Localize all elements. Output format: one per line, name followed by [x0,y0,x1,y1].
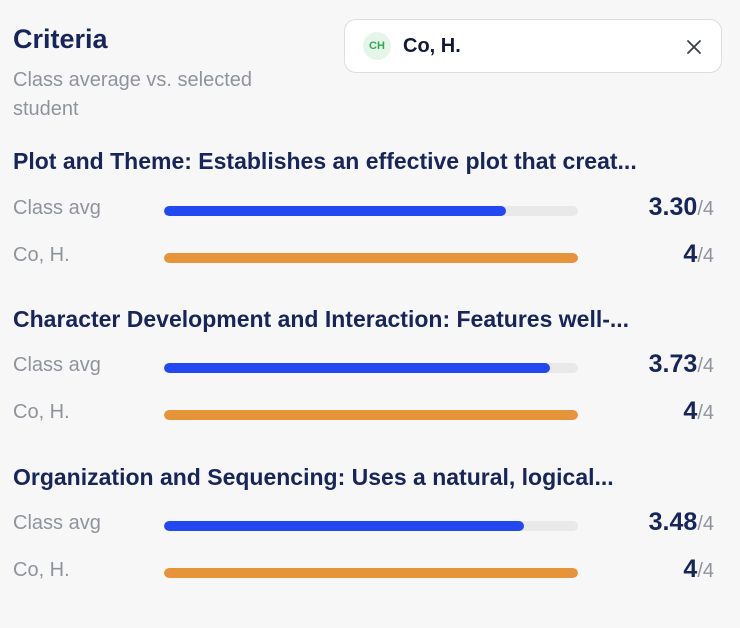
class-avg-row: Class avg 3.73/4 [0,350,740,382]
student-avatar: CH [363,32,391,60]
student-bar [164,410,578,420]
student-bar [164,253,578,263]
class-avg-track [164,363,578,373]
class-avg-bar [164,363,551,373]
student-row: Co, H. 4/4 [0,397,740,429]
criterion-title: Character Development and Interaction: F… [13,306,630,332]
student-track [164,253,578,263]
class-avg-bar [164,206,506,216]
score-max: /4 [697,402,714,424]
class-avg-row: Class avg 3.30/4 [0,193,740,225]
student-track [164,568,578,578]
score-max: /4 [697,560,714,582]
student-value: 4 [683,240,698,268]
class-avg-score: 3.30/4 [649,193,714,222]
criterion-title: Organization and Sequencing: Uses a natu… [13,464,614,490]
class-avg-value: 3.73 [648,350,698,378]
criterion-title: Plot and Theme: Establishes an effective… [13,148,637,174]
class-avg-score: 3.48/4 [649,508,714,537]
student-selector[interactable]: CH Co, H. [344,19,722,73]
student-value: 4 [683,555,698,583]
student-label: Co, H. [13,559,70,581]
student-row: Co, H. 4/4 [0,240,740,272]
class-avg-score: 3.73/4 [649,350,714,379]
class-avg-track [164,206,578,216]
score-max: /4 [697,245,714,267]
clear-student-button[interactable] [683,36,705,58]
student-value: 4 [683,397,698,425]
class-avg-label: Class avg [13,512,101,534]
panel-title: Criteria [13,24,108,54]
student-label: Co, H. [13,244,70,266]
selected-student-name: Co, H. [403,34,461,57]
class-avg-label: Class avg [13,197,101,219]
student-bar [164,568,578,578]
class-avg-track [164,521,578,531]
class-avg-value: 3.30 [648,193,698,221]
score-max: /4 [697,513,714,535]
class-avg-bar [164,521,525,531]
score-max: /4 [697,355,714,377]
student-track [164,410,578,420]
score-max: /4 [697,198,714,220]
class-avg-row: Class avg 3.48/4 [0,508,740,540]
panel-subtitle: Class average vs. selected student [13,69,253,120]
student-score: 4/4 [683,240,714,269]
student-score: 4/4 [683,397,714,426]
student-score: 4/4 [683,555,714,584]
class-avg-label: Class avg [13,354,101,376]
student-row: Co, H. 4/4 [0,555,740,587]
class-avg-value: 3.48 [648,508,698,536]
close-icon [687,40,701,54]
student-label: Co, H. [13,401,70,423]
criteria-panel: Criteria Class average vs. selected stud… [0,0,740,628]
